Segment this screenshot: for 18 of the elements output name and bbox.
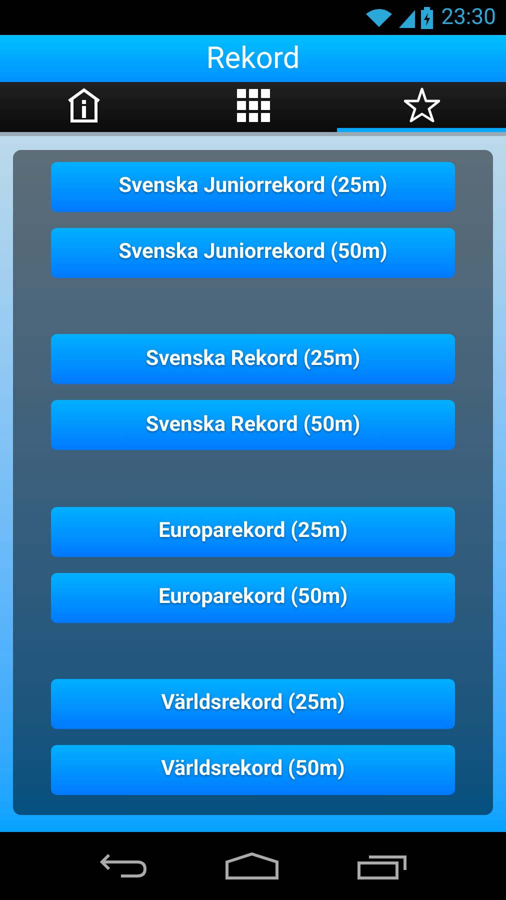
record-button[interactable]: Världsrekord (25m) [51, 678, 455, 729]
record-button[interactable]: Svenska Juniorrekord (25m) [51, 162, 455, 212]
home-icon[interactable] [225, 852, 279, 880]
screen-title: Rekord [206, 40, 300, 78]
clock: 23:30 [441, 4, 496, 32]
record-button[interactable]: Svenska Juniorrekord (50m) [51, 228, 455, 278]
signal-icon [399, 8, 416, 28]
wifi-icon [365, 8, 394, 28]
battery-icon [421, 6, 434, 28]
record-button[interactable]: Världsrekord (50m) [51, 744, 455, 795]
record-button[interactable]: Svenska Rekord (25m) [51, 334, 455, 384]
grid-icon [235, 87, 271, 123]
house-info-icon [66, 87, 102, 123]
record-button[interactable]: Europarekord (50m) [51, 572, 455, 623]
record-button[interactable]: Europarekord (25m) [51, 506, 455, 557]
star-icon [404, 87, 440, 123]
back-icon[interactable] [99, 853, 147, 879]
record-button[interactable]: Svenska Rekord (50m) [51, 400, 455, 450]
